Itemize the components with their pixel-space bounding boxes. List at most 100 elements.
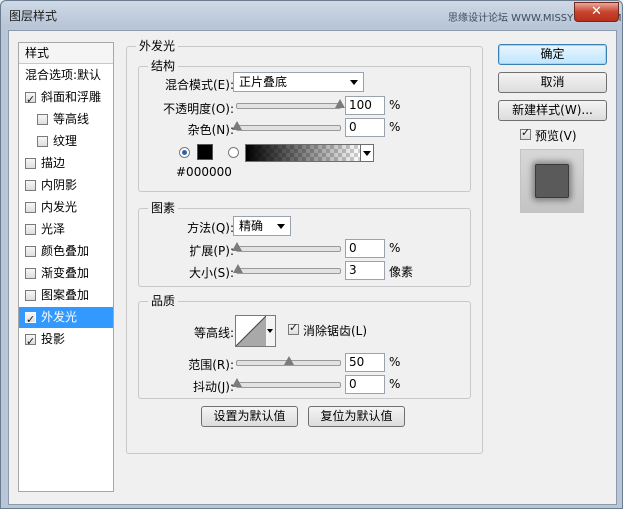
style-list-item-label: 图案叠加 — [41, 288, 90, 302]
style-list-item-label: 内阴影 — [41, 178, 78, 192]
style-list-checkbox[interactable] — [25, 158, 36, 169]
spread-slider[interactable] — [232, 242, 341, 252]
jitter-slider-thumb[interactable] — [232, 378, 242, 387]
style-list-item[interactable]: 内阴影 — [19, 175, 113, 196]
style-list-item[interactable]: 等高线 — [19, 109, 113, 130]
reset-to-default-button[interactable]: 复位为默认值 — [308, 406, 405, 427]
style-list-item[interactable]: 内发光 — [19, 197, 113, 218]
jitter-input[interactable]: 0 — [345, 375, 385, 394]
antialias-label: 消除锯齿(L) — [303, 324, 368, 338]
style-list-item-label: 投影 — [41, 332, 66, 346]
quality-title: 品质 — [148, 294, 179, 308]
style-list-item[interactable]: 斜面和浮雕 — [19, 87, 113, 110]
noise-input[interactable]: 0 — [345, 118, 385, 137]
outer-glow-group: 外发光 结构 混合模式(E): 正片叠底 不透明度(O): 100 % 杂色(N… — [126, 39, 483, 454]
close-icon: ✕ — [591, 4, 602, 19]
quality-group: 品质 等高线: 消除锯齿(L) 范围(R): 50 % 抖动(J): — [138, 294, 471, 399]
style-list-item[interactable]: 投影 — [19, 329, 113, 352]
blend-mode-value: 正片叠底 — [239, 75, 288, 89]
gradient-picker-arrow[interactable] — [360, 144, 374, 162]
style-list-item[interactable]: 外发光 — [19, 307, 113, 330]
style-list-checkbox[interactable] — [25, 180, 36, 191]
size-slider-thumb[interactable] — [233, 264, 244, 273]
new-style-button[interactable]: 新建样式(W)... — [498, 100, 607, 121]
blend-mode-select[interactable]: 正片叠底 — [233, 72, 364, 92]
size-unit: 像素 — [389, 265, 414, 279]
style-list-item-label: 渐变叠加 — [41, 266, 90, 280]
style-list-item-label: 纹理 — [53, 134, 78, 148]
opacity-input[interactable]: 100 — [345, 96, 385, 115]
style-preview-thumbnail — [520, 149, 584, 213]
preview-swatch — [535, 164, 569, 198]
cancel-button[interactable]: 取消 — [498, 72, 607, 93]
contour-curve-icon — [236, 316, 266, 346]
style-list-item[interactable]: 光泽 — [19, 219, 113, 240]
contour-label: 等高线: — [193, 326, 234, 340]
noise-slider[interactable] — [232, 121, 341, 131]
title-bar[interactable]: 图层样式 思缘设计论坛 WWW.MISSYUAN.COM ✕ — [1, 1, 622, 29]
style-list-item[interactable]: 颜色叠加 — [19, 241, 113, 262]
style-list-checkbox[interactable] — [25, 290, 36, 301]
outer-glow-title: 外发光 — [136, 39, 179, 53]
style-list-checkbox[interactable] — [25, 89, 36, 110]
style-list-item[interactable]: 纹理 — [19, 131, 113, 152]
spread-slider-thumb[interactable] — [232, 242, 242, 251]
glow-color-swatch[interactable] — [197, 144, 213, 160]
style-list-item[interactable]: 图案叠加 — [19, 285, 113, 306]
antialias-checkbox[interactable] — [288, 321, 299, 335]
contour-preview[interactable] — [235, 315, 267, 347]
style-list-item[interactable]: 渐变叠加 — [19, 263, 113, 284]
range-slider[interactable] — [236, 356, 341, 366]
style-list-checkbox[interactable] — [37, 114, 48, 125]
style-list-checkbox[interactable] — [25, 268, 36, 279]
ok-button[interactable]: 确定 — [498, 44, 607, 65]
jitter-label: 抖动(J): — [193, 380, 234, 394]
style-list-checkbox[interactable] — [25, 246, 36, 257]
style-list: 样式 混合选项:默认斜面和浮雕等高线纹理描边内阴影内发光光泽颜色叠加渐变叠加图案… — [18, 42, 114, 492]
spread-unit: % — [389, 241, 401, 255]
style-list-item-label: 斜面和浮雕 — [41, 90, 102, 104]
spread-input[interactable]: 0 — [345, 239, 385, 258]
jitter-unit: % — [389, 377, 401, 391]
noise-unit: % — [389, 120, 401, 134]
style-list-item[interactable]: 描边 — [19, 153, 113, 174]
style-list-item[interactable]: 混合选项:默认 — [19, 65, 113, 86]
method-select[interactable]: 精确 — [233, 216, 291, 236]
method-label: 方法(Q): — [187, 221, 234, 235]
style-list-checkbox[interactable] — [37, 136, 48, 147]
size-label: 大小(S): — [188, 266, 234, 280]
style-list-header: 样式 — [19, 43, 113, 64]
gradient-radio[interactable] — [228, 147, 239, 158]
spread-label: 扩展(P): — [189, 244, 234, 258]
style-list-item-label: 外发光 — [41, 310, 78, 324]
opacity-label: 不透明度(O): — [163, 102, 234, 116]
opacity-unit: % — [389, 98, 401, 112]
range-unit: % — [389, 355, 401, 369]
noise-label: 杂色(N): — [187, 123, 234, 137]
opacity-slider[interactable] — [236, 99, 345, 109]
close-button[interactable]: ✕ — [574, 2, 619, 22]
range-slider-thumb[interactable] — [283, 356, 294, 365]
preview-checkbox[interactable] — [520, 126, 531, 140]
elements-title: 图素 — [148, 201, 179, 215]
glow-color-hex: #000000 — [176, 165, 232, 179]
contour-picker-arrow[interactable] — [266, 315, 276, 347]
style-list-checkbox[interactable] — [25, 202, 36, 213]
chevron-down-icon — [350, 80, 358, 85]
gradient-swatch[interactable] — [245, 144, 361, 162]
range-input[interactable]: 50 — [345, 353, 385, 372]
noise-slider-thumb[interactable] — [232, 121, 242, 130]
style-list-item-label: 混合选项:默认 — [25, 68, 102, 82]
size-input[interactable]: 3 — [345, 261, 385, 280]
size-slider[interactable] — [233, 264, 341, 274]
style-list-checkbox[interactable] — [25, 224, 36, 235]
style-list-checkbox[interactable] — [25, 309, 36, 330]
style-list-item-label: 等高线 — [53, 112, 90, 126]
set-as-default-button[interactable]: 设置为默认值 — [201, 406, 298, 427]
structure-group: 结构 混合模式(E): 正片叠底 不透明度(O): 100 % 杂色(N): 0… — [138, 59, 471, 192]
style-list-checkbox[interactable] — [25, 331, 36, 352]
opacity-slider-thumb[interactable] — [335, 99, 345, 108]
jitter-slider[interactable] — [232, 378, 341, 388]
solid-color-radio[interactable] — [179, 147, 190, 158]
style-list-header-label: 样式 — [25, 46, 50, 60]
